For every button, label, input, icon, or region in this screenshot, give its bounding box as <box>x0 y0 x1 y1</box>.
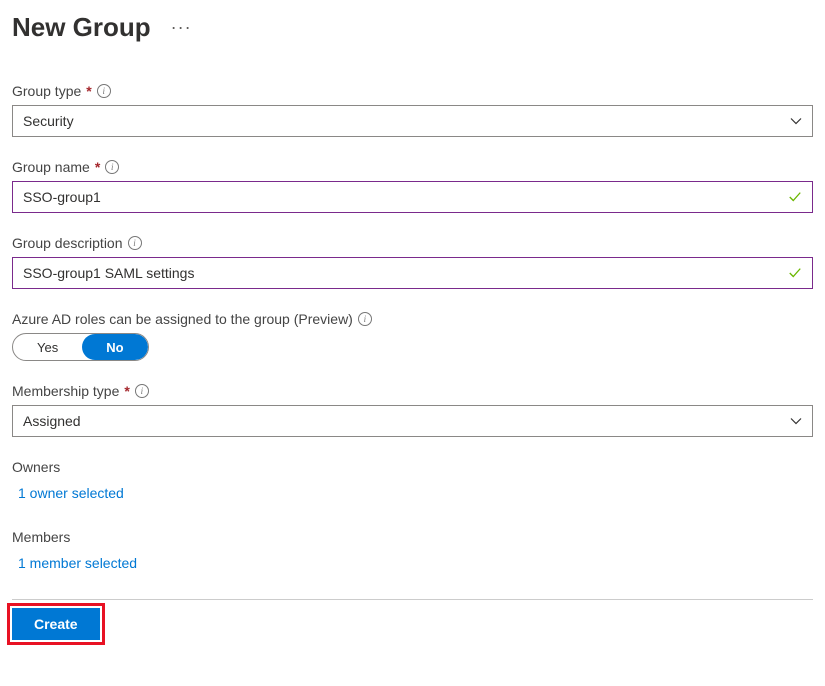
field-group-description: Group description i SSO-group1 SAML sett… <box>12 235 813 289</box>
group-type-select[interactable]: Security <box>12 105 813 137</box>
toggle-yes[interactable]: Yes <box>13 334 82 360</box>
required-marker: * <box>95 159 100 175</box>
field-membership-type: Membership type * i Assigned <box>12 383 813 437</box>
field-azure-roles: Azure AD roles can be assigned to the gr… <box>12 311 813 361</box>
group-name-label: Group name * i <box>12 159 813 175</box>
members-section: Members 1 member selected <box>12 529 813 581</box>
azure-roles-toggle[interactable]: Yes No <box>12 333 149 361</box>
info-icon[interactable]: i <box>135 384 149 398</box>
field-group-type: Group type * i Security <box>12 83 813 137</box>
chevron-down-icon <box>790 415 802 427</box>
info-icon[interactable]: i <box>128 236 142 250</box>
chevron-down-icon <box>790 115 802 127</box>
azure-roles-label: Azure AD roles can be assigned to the gr… <box>12 311 813 327</box>
membership-type-select[interactable]: Assigned <box>12 405 813 437</box>
owners-section: Owners 1 owner selected <box>12 459 813 511</box>
toggle-no[interactable]: No <box>82 334 147 360</box>
checkmark-icon <box>788 266 802 280</box>
membership-type-label: Membership type * i <box>12 383 813 399</box>
checkmark-icon <box>788 190 802 204</box>
members-link[interactable]: 1 member selected <box>12 555 137 571</box>
group-description-label: Group description i <box>12 235 813 251</box>
required-marker: * <box>124 383 129 399</box>
group-description-input[interactable]: SSO-group1 SAML settings <box>12 257 813 289</box>
info-icon[interactable]: i <box>97 84 111 98</box>
info-icon[interactable]: i <box>105 160 119 174</box>
owners-link[interactable]: 1 owner selected <box>12 485 124 501</box>
members-label: Members <box>12 529 813 545</box>
required-marker: * <box>86 83 91 99</box>
page-title: New Group <box>12 12 151 43</box>
group-type-value: Security <box>23 113 790 129</box>
create-button[interactable]: Create <box>12 608 100 640</box>
page-header: New Group ··· <box>12 12 813 43</box>
group-description-value: SSO-group1 SAML settings <box>23 265 788 281</box>
group-name-value: SSO-group1 <box>23 189 788 205</box>
group-type-label: Group type * i <box>12 83 813 99</box>
field-group-name: Group name * i SSO-group1 <box>12 159 813 213</box>
more-options-icon[interactable]: ··· <box>171 17 192 38</box>
footer: Create <box>12 599 813 640</box>
owners-label: Owners <box>12 459 813 475</box>
membership-type-value: Assigned <box>23 413 790 429</box>
group-name-input[interactable]: SSO-group1 <box>12 181 813 213</box>
info-icon[interactable]: i <box>358 312 372 326</box>
